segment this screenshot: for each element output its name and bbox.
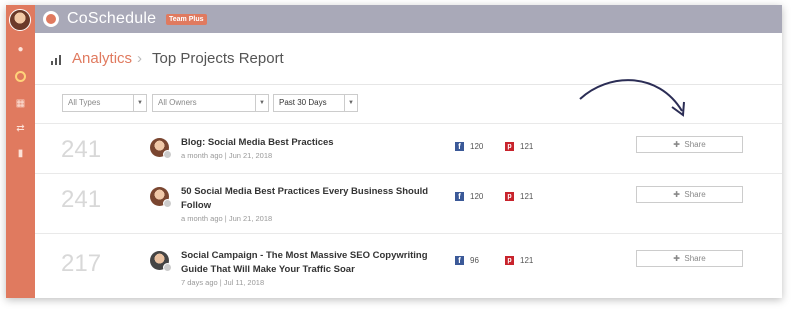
table-row[interactable]: 241 50 Social Media Best Practices Every… [35,173,782,233]
breadcrumb-analytics[interactable]: Analytics [72,50,132,67]
annotation-arrow-icon [579,79,685,117]
pinterest-count: 121 [520,142,534,151]
shuffle-icon[interactable]: ⇄ [14,122,27,135]
rank-number: 217 [61,250,102,277]
project-date: a month ago | Jun 21, 2018 [181,151,273,160]
facebook-icon: f [455,142,464,151]
avatar [150,138,172,159]
title-line-1: 50 Social Media Best Practices Every Bus… [181,186,429,197]
circle-icon[interactable] [15,71,26,82]
facebook-icon: f [455,256,464,265]
share-button[interactable]: ✚ Share [636,250,743,267]
type-filter-select[interactable]: All Types ▼ [62,94,147,112]
title-line-2: Guide That Will Make Your Traffic Soar [181,264,355,275]
date-range-select[interactable]: Past 30 Days ▼ [273,94,358,112]
chevron-down-icon: ▼ [133,95,146,111]
calendar-icon[interactable]: ▦ [14,97,27,110]
brand-name: CoSchedule [67,10,157,27]
avatar [150,251,172,272]
logo-icon [43,11,59,27]
project-date: a month ago | Jun 21, 2018 [181,214,273,223]
page-title: Top Projects Report [152,50,284,67]
share-button[interactable]: ✚ Share [636,186,743,203]
table-row[interactable]: 241 Blog: Social Media Best Practices a … [35,123,782,173]
owner-filter-value: All Owners [158,98,197,107]
sidebar: ● ▦ ⇄ ▮ [6,5,35,298]
share-icon: ✚ [673,254,680,263]
chevron-down-icon: ▼ [255,95,268,111]
table-row[interactable]: 217 Social Campaign - The Most Massive S… [35,233,782,298]
owner-filter-select[interactable]: All Owners ▼ [152,94,269,112]
facebook-count: 120 [470,142,484,151]
people-icon[interactable]: ● [14,43,27,56]
date-range-value: Past 30 Days [279,98,327,107]
share-icon: ✚ [673,140,680,149]
title-line-1: Social Campaign - The Most Massive SEO C… [181,250,428,261]
type-filter-value: All Types [68,98,101,107]
user-avatar[interactable] [9,9,31,31]
top-bar: CoSchedule Team Plus [35,5,782,33]
project-title[interactable]: 50 Social Media Best Practices Every Bus… [181,185,431,213]
app-window: ● ▦ ⇄ ▮ CoSchedule Team Plus Analytics ›… [6,5,782,298]
pinterest-count: 121 [520,256,534,265]
share-icon: ✚ [673,190,680,199]
share-label: Share [684,190,706,199]
bar-chart-icon [51,53,65,65]
breadcrumb-separator: › [137,50,142,67]
share-button[interactable]: ✚ Share [636,136,743,153]
pinterest-icon: p [505,192,514,201]
facebook-count: 120 [470,192,484,201]
pinterest-icon: p [505,256,514,265]
pinterest-count: 121 [520,192,534,201]
title-line-2: Follow [181,200,212,211]
share-label: Share [684,254,706,263]
project-title[interactable]: Blog: Social Media Best Practices [181,136,431,150]
facebook-count: 96 [470,256,479,265]
chevron-down-icon: ▼ [344,95,357,111]
rank-number: 241 [61,136,102,163]
rank-number: 241 [61,186,102,213]
project-date: 7 days ago | Jul 11, 2018 [181,278,265,287]
avatar [150,187,172,208]
analytics-icon[interactable]: ▮ [14,147,27,160]
project-title[interactable]: Social Campaign - The Most Massive SEO C… [181,249,431,277]
plan-badge: Team Plus [166,14,207,25]
pinterest-icon: p [505,142,514,151]
facebook-icon: f [455,192,464,201]
share-label: Share [684,140,706,149]
